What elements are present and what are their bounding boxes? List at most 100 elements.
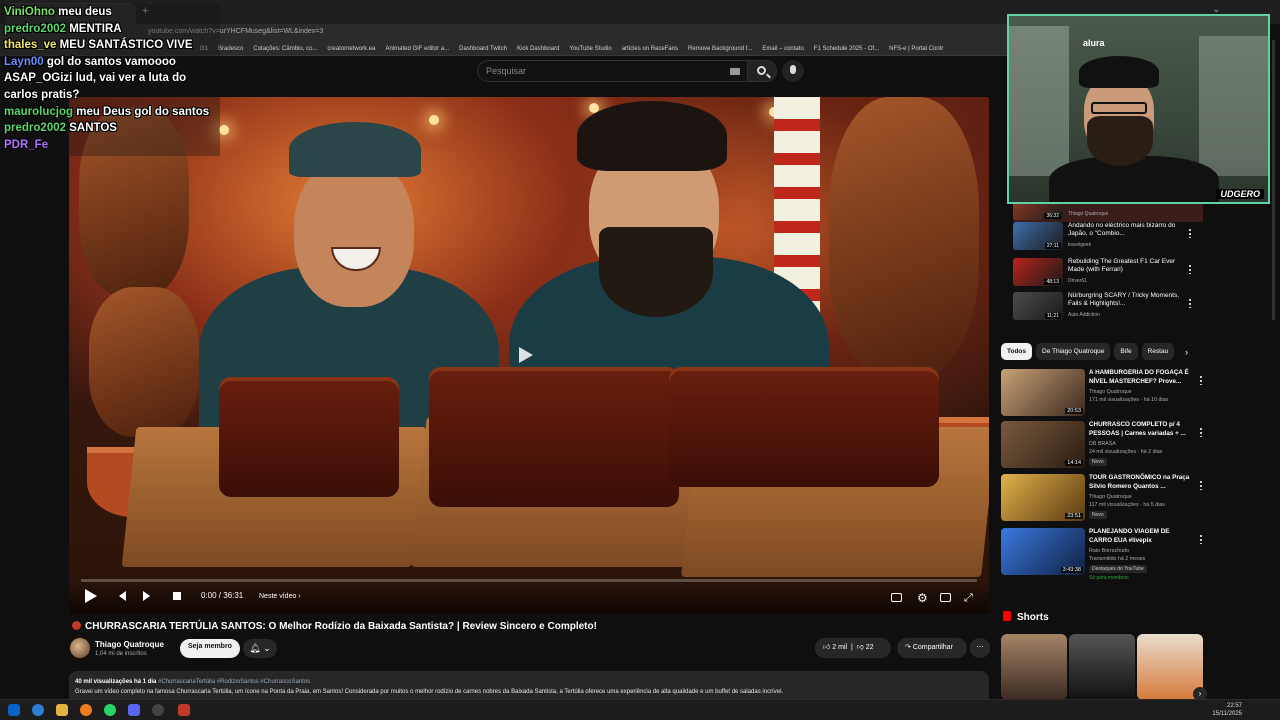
voice-search-button[interactable] <box>782 60 804 82</box>
filter-chip[interactable]: Restau <box>1141 343 1175 360</box>
playlist-title: Andando no eléctrico mais bizarro do Jap… <box>1068 222 1176 237</box>
chevron-right-icon[interactable]: › <box>1185 347 1188 357</box>
bookmark-item[interactable]: NFS-e | Portal Contr <box>889 46 943 52</box>
page-scrollbar[interactable] <box>1272 40 1275 320</box>
obs-icon[interactable] <box>152 704 164 716</box>
app-icon[interactable] <box>178 704 190 716</box>
subscribe-bell-button[interactable]: 🔔︎ ⌄ <box>243 639 277 658</box>
recommendation-channel[interactable]: Thiago Quatroque <box>1089 493 1199 501</box>
next-video-button[interactable]: Neste vídeo › <box>259 593 301 600</box>
keyboard-icon[interactable] <box>730 68 740 75</box>
more-vert-icon[interactable] <box>1200 375 1202 385</box>
filter-chip[interactable]: Todos <box>1001 343 1033 360</box>
recommendation-channel[interactable]: Rato Borrachudo <box>1089 547 1199 555</box>
more-vert-icon[interactable] <box>1200 534 1202 544</box>
progress-bar[interactable] <box>81 579 977 582</box>
bookmark-item[interactable]: Remove Background f... <box>688 46 752 52</box>
short-thumbnail[interactable] <box>1001 634 1067 700</box>
bookmark-item[interactable]: Email – contato <box>762 46 803 52</box>
more-vert-icon[interactable] <box>1189 298 1191 308</box>
bookmark-item[interactable]: Dashboard Twitch <box>459 46 507 52</box>
recommendation-channel[interactable]: DB BRASA <box>1089 440 1199 448</box>
bookmark-item[interactable]: Cotações: Câmbio, co... <box>253 46 317 52</box>
duration-badge: 14:14 <box>1065 460 1083 466</box>
bookmark-item[interactable]: Bradesco <box>218 46 243 52</box>
playlist-item[interactable]: 11:21 Nürburgring SCARY / Tricky Moments,… <box>1013 292 1203 322</box>
share-button[interactable]: ↷ Compartilhar <box>897 638 967 658</box>
playlist-thumbnail[interactable]: 27:11 <box>1013 222 1063 250</box>
recommendation-title: CHURRASCO COMPLETO p/ 4 PESSOAS | Carnes… <box>1089 421 1186 437</box>
file-explorer-icon[interactable] <box>56 704 68 716</box>
bookmark-item[interactable]: Animated GIF editor a... <box>385 46 449 52</box>
channel-avatar[interactable] <box>70 638 90 658</box>
chat-username[interactable]: maurolucjog <box>4 106 73 118</box>
bookmark-item[interactable]: creatornetwork.ea <box>327 46 375 52</box>
miniplayer-icon[interactable] <box>940 593 951 602</box>
settings-gear-icon[interactable]: ⚙ <box>917 591 928 605</box>
play-overlay-icon[interactable] <box>519 347 533 363</box>
hashtags[interactable]: #ChurrascariaTertúlia #RodizioSantos #Ch… <box>158 679 310 685</box>
chat-username[interactable]: predro2002 <box>4 23 66 35</box>
fullscreen-icon[interactable]: ⤢ <box>964 592 973 605</box>
chat-username[interactable]: predro2002 <box>4 122 66 134</box>
more-vert-icon[interactable] <box>1200 427 1202 437</box>
playlist-thumbnail[interactable]: 48:13 <box>1013 258 1063 286</box>
person-right-hair <box>577 101 727 171</box>
search-input[interactable]: Pesquisar <box>477 60 749 82</box>
bookmark-item[interactable]: articles on RaceFans <box>622 46 678 52</box>
play-icon[interactable] <box>85 589 97 603</box>
chat-username[interactable]: thales_ve <box>4 39 56 51</box>
browser-taskbar-icon[interactable] <box>32 704 44 716</box>
bookmark-item[interactable]: Kick Dashboard <box>517 46 559 52</box>
chat-username[interactable]: ViniOhno <box>4 6 55 18</box>
short-thumbnail[interactable] <box>1069 634 1135 700</box>
video-player[interactable]: 0:00 / 36:31 Neste vídeo › ⚙ ⤢ <box>69 97 989 614</box>
shorts-icon <box>1003 611 1011 621</box>
like-button[interactable]: 👍︎ 2 mil <box>823 644 847 651</box>
playlist-thumbnail[interactable]: 11:21 <box>1013 292 1063 320</box>
playlist-channel: Thiago Quatroque <box>1068 211 1109 217</box>
thumbs-down-icon: 👎︎ <box>856 644 864 651</box>
recommendation-item[interactable]: 23:51 TOUR GASTRONÔMICO na Praça Silvio R… <box>1001 474 1206 522</box>
bookmark-item[interactable]: YouTube Studio <box>569 46 611 52</box>
recommendation-thumbnail[interactable]: 3:43:38 <box>1001 528 1085 575</box>
recommendation-thumbnail[interactable]: 14:14 <box>1001 421 1085 468</box>
whatsapp-icon[interactable] <box>104 704 116 716</box>
recommendation-thumbnail[interactable]: 23:51 <box>1001 474 1085 521</box>
recommendation-thumbnail[interactable]: 20:53 <box>1001 369 1085 416</box>
channel-name[interactable]: Thiago Quatroque <box>95 640 164 649</box>
streamer-cap <box>1079 56 1159 88</box>
description-text: Gravei um vídeo completo na famosa Churr… <box>75 689 784 695</box>
recommendation-item[interactable]: 20:53 A HAMBURGERIA DO FOGAÇA É NÍVEL MAS… <box>1001 369 1206 417</box>
volume-icon[interactable] <box>173 592 181 600</box>
chat-username[interactable]: ASAP_OGizi <box>4 72 72 84</box>
playlist-item[interactable]: 27:11 Andando no eléctrico mais bizarro d… <box>1013 222 1203 252</box>
recommendation-channel[interactable]: Thiago Quatroque <box>1089 388 1199 396</box>
chat-username[interactable]: Layn00 <box>4 56 44 68</box>
chat-username[interactable]: PDR_Fe <box>4 139 48 151</box>
recommendation-item[interactable]: 14:14 CHURRASCO COMPLETO p/ 4 PESSOAS | C… <box>1001 421 1206 469</box>
next-icon[interactable] <box>143 591 150 601</box>
filter-chip[interactable]: Bife <box>1114 343 1138 360</box>
more-actions-button[interactable]: ⋯ <box>970 638 990 658</box>
windows-start-icon[interactable] <box>8 704 20 716</box>
join-button[interactable]: Seja membro <box>180 639 240 658</box>
more-vert-icon[interactable] <box>1189 264 1191 274</box>
recommendation-item[interactable]: 3:43:38 PLANEJANDO VIAGEM DE CARRO EUA #l… <box>1001 528 1206 581</box>
bookmark-item[interactable]: F1 Schedule 2025 - Of... <box>814 46 879 52</box>
filter-chip[interactable]: De Thiago Quatroque <box>1036 343 1111 360</box>
playlist-item[interactable]: 48:13 Rebuilding The Greatest F1 Car Ever… <box>1013 258 1203 288</box>
subtitles-icon[interactable] <box>891 593 902 602</box>
previous-icon[interactable] <box>119 591 126 601</box>
discord-icon[interactable] <box>128 704 140 716</box>
more-vert-icon[interactable] <box>1200 480 1202 490</box>
new-badge: Destaques do YouTube <box>1089 565 1147 573</box>
share-icon: ↷ <box>905 644 911 651</box>
dislike-button[interactable]: 👎︎ 22 <box>857 644 874 651</box>
taskbar: 22:57 15/11/2025 <box>0 699 1280 720</box>
more-vert-icon[interactable] <box>1189 228 1191 238</box>
app-icon[interactable] <box>80 704 92 716</box>
playlist-title: Rebuilding The Greatest F1 Car Ever Made… <box>1068 258 1176 273</box>
search-button[interactable] <box>747 60 777 82</box>
clock[interactable]: 22:57 15/11/2025 <box>1212 702 1242 718</box>
